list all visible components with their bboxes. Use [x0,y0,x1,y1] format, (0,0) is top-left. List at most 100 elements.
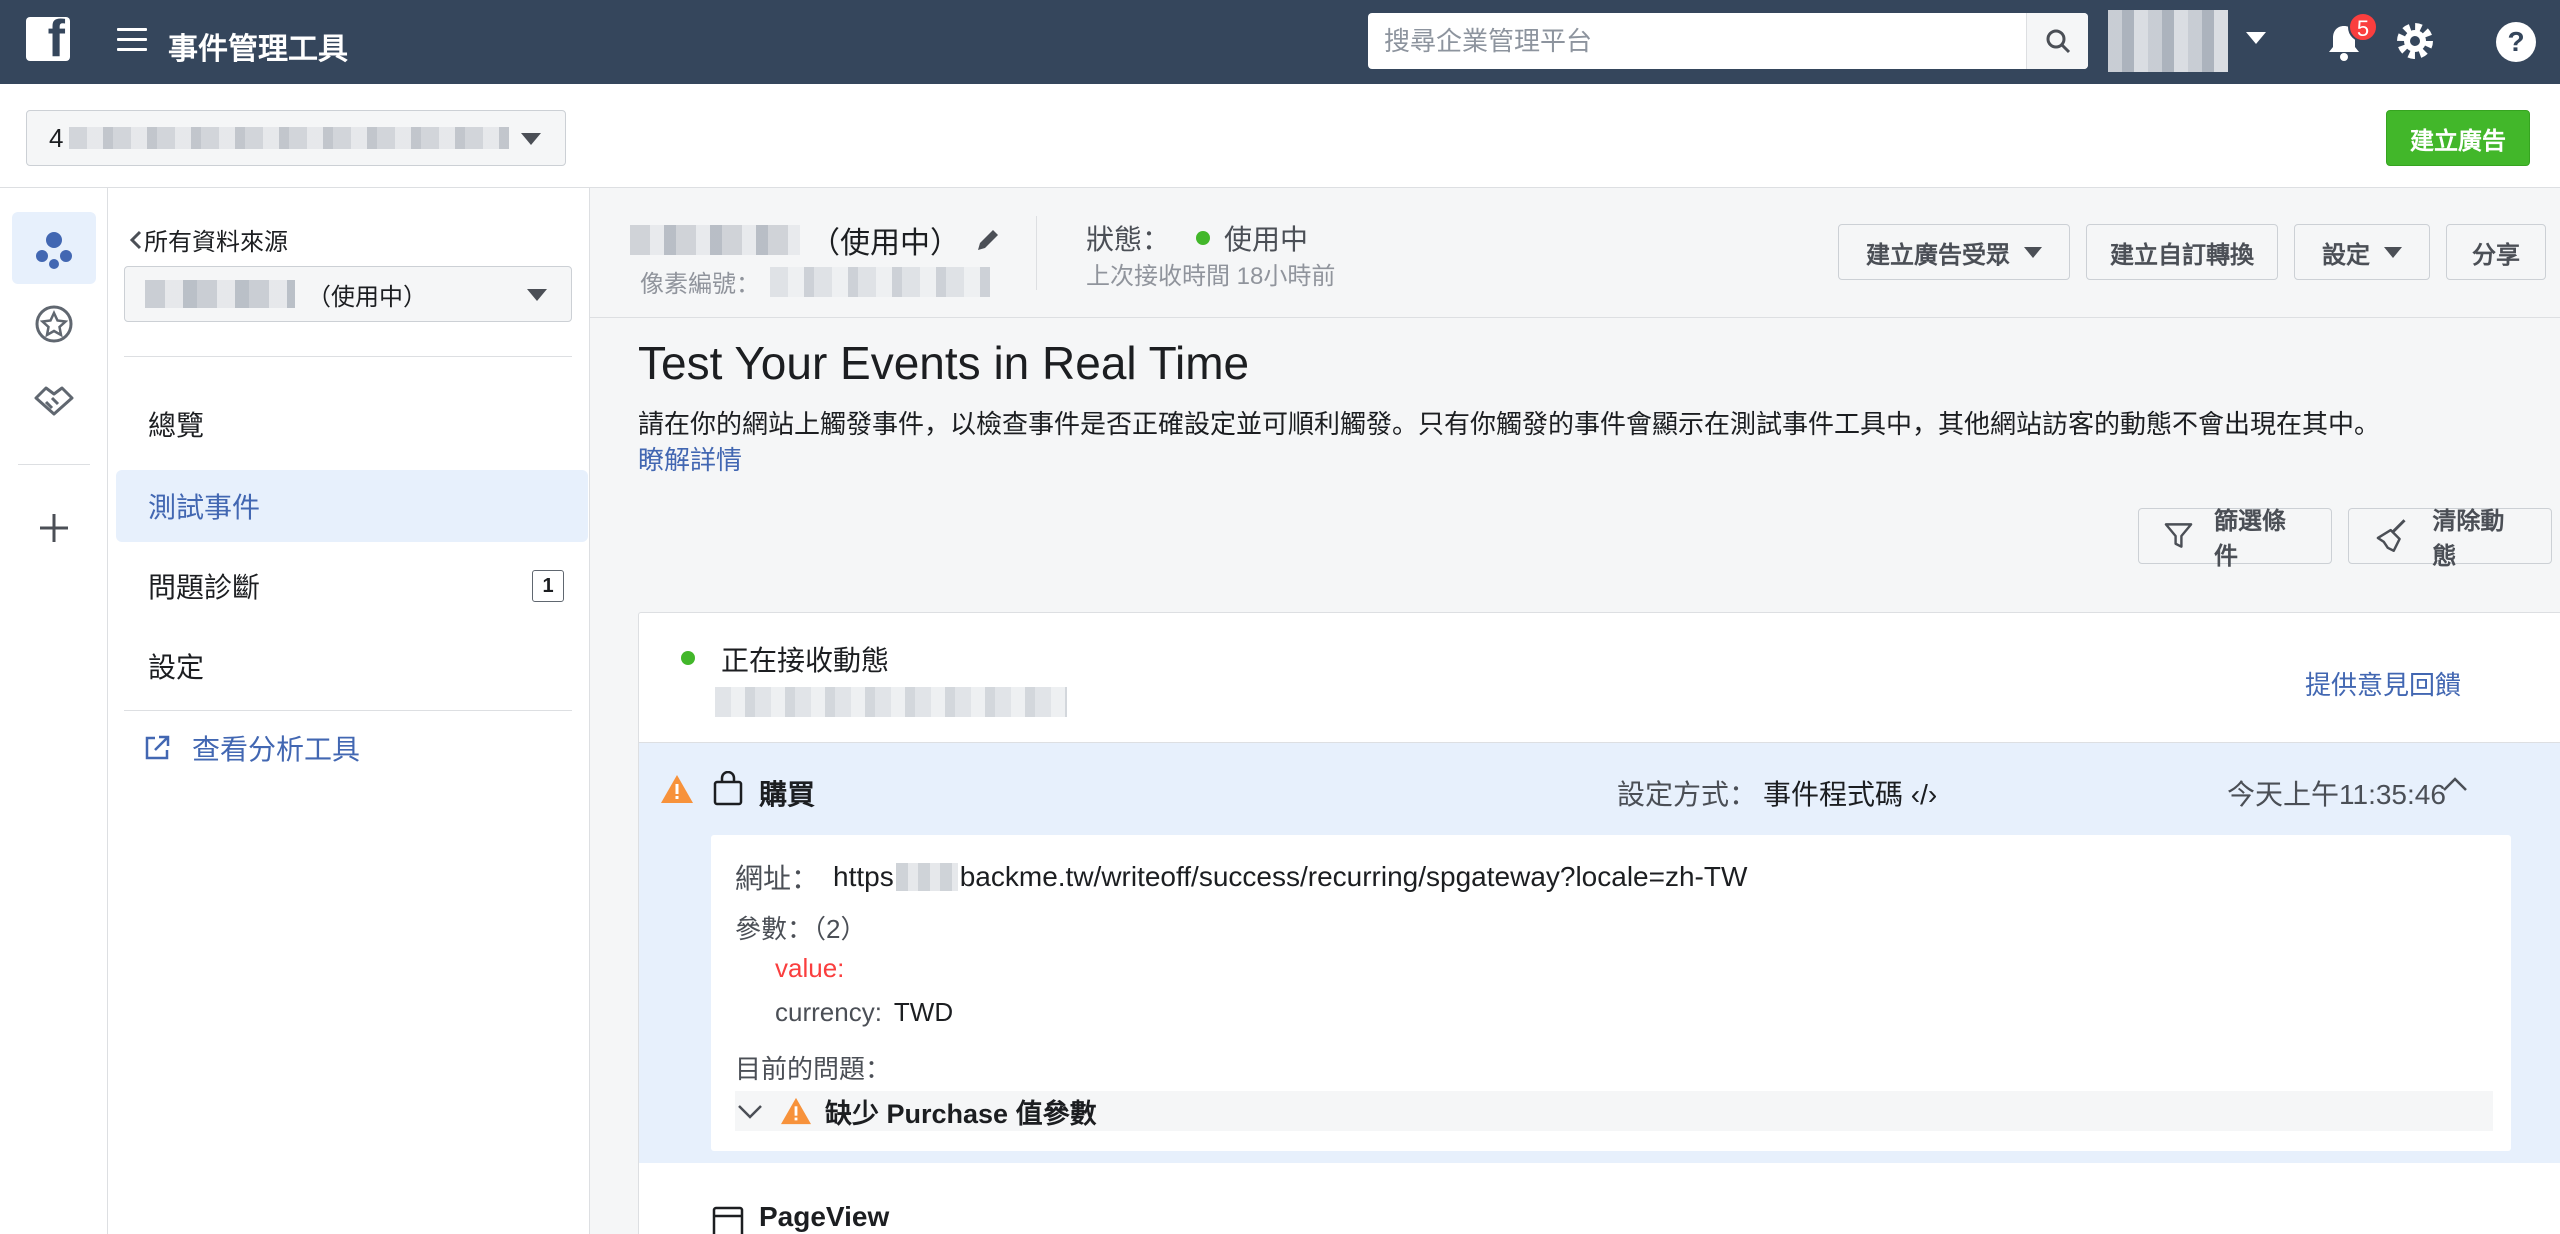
search-bar [1368,13,2088,69]
filter-funnel-icon [2164,523,2193,548]
nav-item-test-events[interactable]: 測試事件 [116,470,588,542]
create-audience-label: 建立廣告受眾 [1866,241,2010,269]
receiving-activity-row: 正在接收動態 提供意見回饋 [639,613,2560,743]
chevron-down-icon [738,1105,762,1119]
chevron-down-icon [521,133,541,145]
rail-partner-integrations[interactable] [12,364,96,436]
ad-account-prefix: 4 [49,122,64,153]
issue-text: 缺少 Purchase 值參數 [825,1098,1097,1129]
pixel-status-suffix: （使用中） [810,227,960,260]
data-sources-icon [36,232,72,269]
account-avatar[interactable] [2108,10,2228,72]
nav-item-label: 測試事件 [148,492,261,523]
url-redacted [895,863,958,891]
url-prefix: https [833,861,894,892]
page-icon [712,1206,744,1234]
event-row-pageview[interactable]: PageView [639,1193,2560,1234]
url-suffix: backme.tw/writeoff/success/recurring/spg… [959,861,1748,892]
ad-account-selector[interactable]: 4 [26,110,566,166]
param-value-key: value: [775,953,845,983]
share-label: 分享 [2472,241,2520,269]
test-events-description: 請在你的網站上觸發事件，以檢查事件是否正確設定並可順利觸發。只有你觸發的事件會顯… [638,409,2381,439]
settings-label: 設定 [2322,241,2370,269]
menu-icon[interactable] [117,28,147,52]
param-currency-key: currency: [775,997,882,1027]
facebook-logo[interactable]: f [26,17,70,61]
share-button[interactable]: 分享 [2446,224,2546,280]
nav-item-diagnostics[interactable]: 問題診斷 1 [116,550,588,622]
chevron-up-icon[interactable] [2439,769,2471,801]
pixel-header: （使用中） 像素編號： 狀態： 使用中 上次接收時間 18小時前 建立廣告受眾 … [590,188,2560,318]
pixel-status: 狀態： 使用中 [1086,218,1308,258]
param-currency: currency: TWD [775,997,953,1028]
pencil-edit-icon[interactable] [974,226,1002,254]
account-menu-chevron-down-icon[interactable] [2246,32,2266,44]
status-value: 使用中 [1224,224,1309,255]
header-divider [1036,216,1037,290]
left-rail [0,188,108,1234]
setup-method-label: 設定方式： [1617,779,1758,810]
settings-dropdown-button[interactable]: 設定 [2294,224,2430,280]
filter-button[interactable]: 篩選條件 [2138,508,2332,570]
gear-icon[interactable] [2393,19,2437,63]
view-analytics-link[interactable]: 查看分析工具 [142,728,360,768]
create-audience-button[interactable]: 建立廣告受眾 [1838,224,2070,280]
event-name: 購買 [759,779,816,810]
pixel-selector[interactable]: （使用中） [124,266,572,322]
receiving-source-redacted [715,687,1067,717]
activity-card: 正在接收動態 提供意見回饋 購買 設定方式： 事件程式碼 ‹/› 今天上午11:… [638,612,2560,1234]
pixel-title: （使用中） [630,218,1002,262]
nav-item-overview[interactable]: 總覽 [116,388,588,460]
create-conversion-label: 建立自訂轉換 [2110,241,2254,269]
chevron-down-icon [2384,246,2402,258]
give-feedback-link[interactable]: 提供意見回饋 [2305,665,2461,702]
filter-label: 篩選條件 [2214,508,2286,570]
rail-add-data-source[interactable] [12,492,96,564]
event-details: 網址： https backme.tw/writeoff/success/rec… [711,835,2511,1151]
nav-divider [124,356,572,357]
pixel-nav: 所有資料來源 （使用中） 總覽 測試事件 問題診斷 1 設定 查看分析工具 [108,188,590,1234]
shopping-bag-icon [713,771,743,806]
top-bar: f 事件管理工具 5 ? [0,0,2560,84]
search-button[interactable] [2026,13,2088,69]
handshake-icon [34,386,74,416]
star-badge-icon [35,305,73,343]
rail-custom-conversions[interactable] [12,288,96,360]
create-ad-button[interactable]: 建立廣告 [2386,110,2530,166]
pixel-id: 像素編號： [640,264,990,299]
back-to-all-sources-link[interactable]: 所有資料來源 [128,222,288,257]
create-custom-conversion-button[interactable]: 建立自訂轉換 [2086,224,2278,280]
pixel-selector-status: （使用中） [307,283,427,311]
receiving-label: 正在接收動態 [721,645,890,676]
params-label: 參數：（2） [735,914,867,944]
chevron-down-icon [527,289,547,301]
rail-divider [18,464,90,465]
test-events-title: Test Your Events in Real Time [638,337,1250,389]
chevron-down-icon [2024,246,2042,258]
nav-divider [124,710,572,711]
clear-activity-button[interactable]: 清除動態 [2348,508,2552,570]
nav-item-settings[interactable]: 設定 [116,630,588,702]
clear-label: 清除動態 [2432,508,2505,570]
url-label: 網址： [735,863,820,894]
help-icon[interactable]: ? [2496,22,2536,62]
rail-data-sources[interactable] [12,212,96,284]
view-analytics-label: 查看分析工具 [192,734,361,765]
pixel-id-redacted [770,266,990,297]
search-icon [2046,29,2070,54]
event-url: 網址： https backme.tw/writeoff/success/rec… [735,857,1747,897]
learn-more-link[interactable]: 瞭解詳情 [638,440,742,477]
issue-row[interactable]: 缺少 Purchase 值參數 [735,1091,2493,1131]
event-timestamp: 今天上午11:35:46 [2227,779,2446,810]
sub-header: 4 建立廣告 [0,84,2560,188]
notification-badge: 5 [2348,12,2378,42]
nav-item-label: 問題診斷 [148,572,261,603]
event-row-purchase: 購買 設定方式： 事件程式碼 ‹/› 今天上午11:35:46 網址： http… [639,743,2560,1163]
search-input[interactable] [1368,13,2026,69]
receiving-dot [681,651,695,665]
broom-icon [2376,519,2406,553]
current-issues-label: 目前的問題： [735,1054,892,1084]
pixel-name-redacted [145,280,295,308]
chevron-left-icon [129,230,142,249]
status-label: 狀態： [1086,224,1171,255]
